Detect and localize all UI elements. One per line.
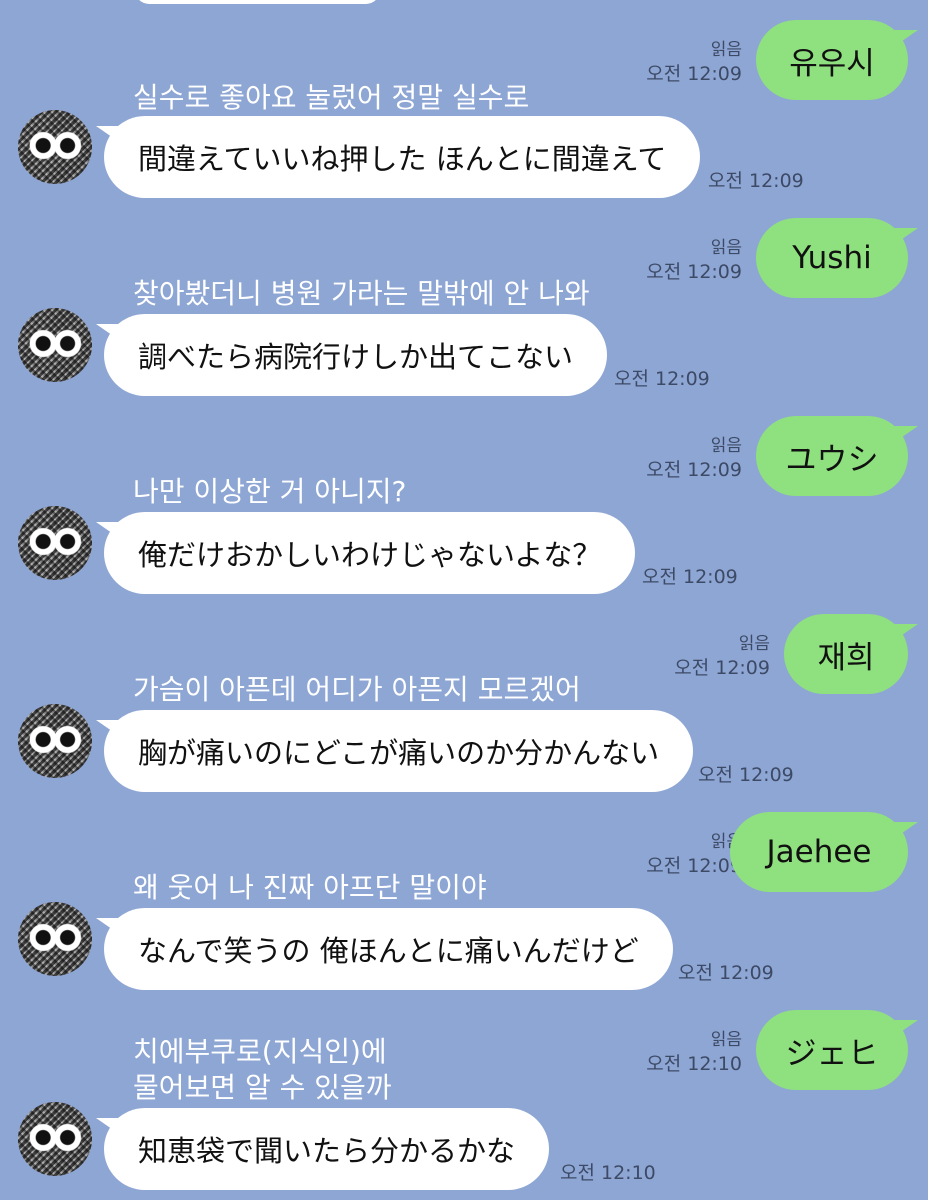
sent-message-bubble[interactable]: 유우시 [756, 20, 918, 100]
received-message-bubble[interactable]: なんで笑うの 俺ほんとに痛いんだけど [96, 908, 673, 990]
read-receipt: 읽음 오전 12:09 [646, 436, 742, 481]
sent-message-bubble[interactable]: Jaehee [730, 812, 918, 892]
received-message-bubble[interactable]: 知恵袋で聞いたら分かるかな [95, 1108, 550, 1190]
avatar[interactable] [18, 1102, 92, 1176]
message-label: 왜 웃어 나 진짜 아프단 말이야 [133, 871, 487, 904]
message-label: 가슴이 아픈데 어디가 아픈지 모르겠어 [133, 673, 581, 706]
avatar[interactable] [18, 704, 92, 778]
message-label: 실수로 좋아요 눌렀어 정말 실수로 [133, 81, 530, 114]
message-timestamp: 오전 12:10 [560, 1162, 656, 1184]
avatar[interactable] [18, 506, 92, 580]
read-receipt: 읽음 오전 12:09 [674, 634, 770, 679]
message-label: 물어보면 알 수 있을까 [133, 1071, 392, 1104]
message-timestamp: 오전 12:09 [708, 170, 804, 192]
sent-message-bubble[interactable]: 재희 [784, 614, 918, 694]
message-label: 나만 이상한 거 아니지? [133, 475, 407, 508]
avatar[interactable] [18, 902, 92, 976]
previous-message-bubble [135, 0, 380, 4]
message-timestamp: 오전 12:09 [614, 368, 710, 390]
avatar[interactable] [18, 110, 92, 184]
read-receipt: 읽음 오전 12:09 [646, 832, 742, 877]
avatar[interactable] [18, 308, 92, 382]
received-message-bubble[interactable]: 間違えていいね押した ほんとに間違えて [95, 116, 701, 198]
sent-message-bubble[interactable]: ジェヒ [756, 1010, 918, 1090]
read-receipt: 읽음 오전 12:09 [646, 238, 742, 283]
read-receipt: 읽음 오전 12:10 [646, 1030, 742, 1075]
message-label: 찾아봤더니 병원 가라는 말밖에 안 나와 [133, 277, 590, 310]
read-receipt: 읽음 오전 12:09 [646, 40, 742, 85]
message-timestamp: 오전 12:09 [698, 764, 794, 786]
sent-message-bubble[interactable]: ユウシ [756, 416, 918, 496]
sent-message-bubble[interactable]: Yushi [756, 218, 918, 298]
received-message-bubble[interactable]: 俺だけおかしいわけじゃないよな？ [95, 512, 636, 594]
message-timestamp: 오전 12:09 [678, 962, 774, 984]
received-message-bubble[interactable]: 胸が痛いのにどこが痛いのか分かんない [95, 710, 694, 792]
message-timestamp: 오전 12:09 [642, 566, 738, 588]
message-label: 치에부쿠로(지식인)에 [133, 1035, 387, 1068]
received-message-bubble[interactable]: 調べたら病院行けしか出てこない [95, 314, 608, 396]
